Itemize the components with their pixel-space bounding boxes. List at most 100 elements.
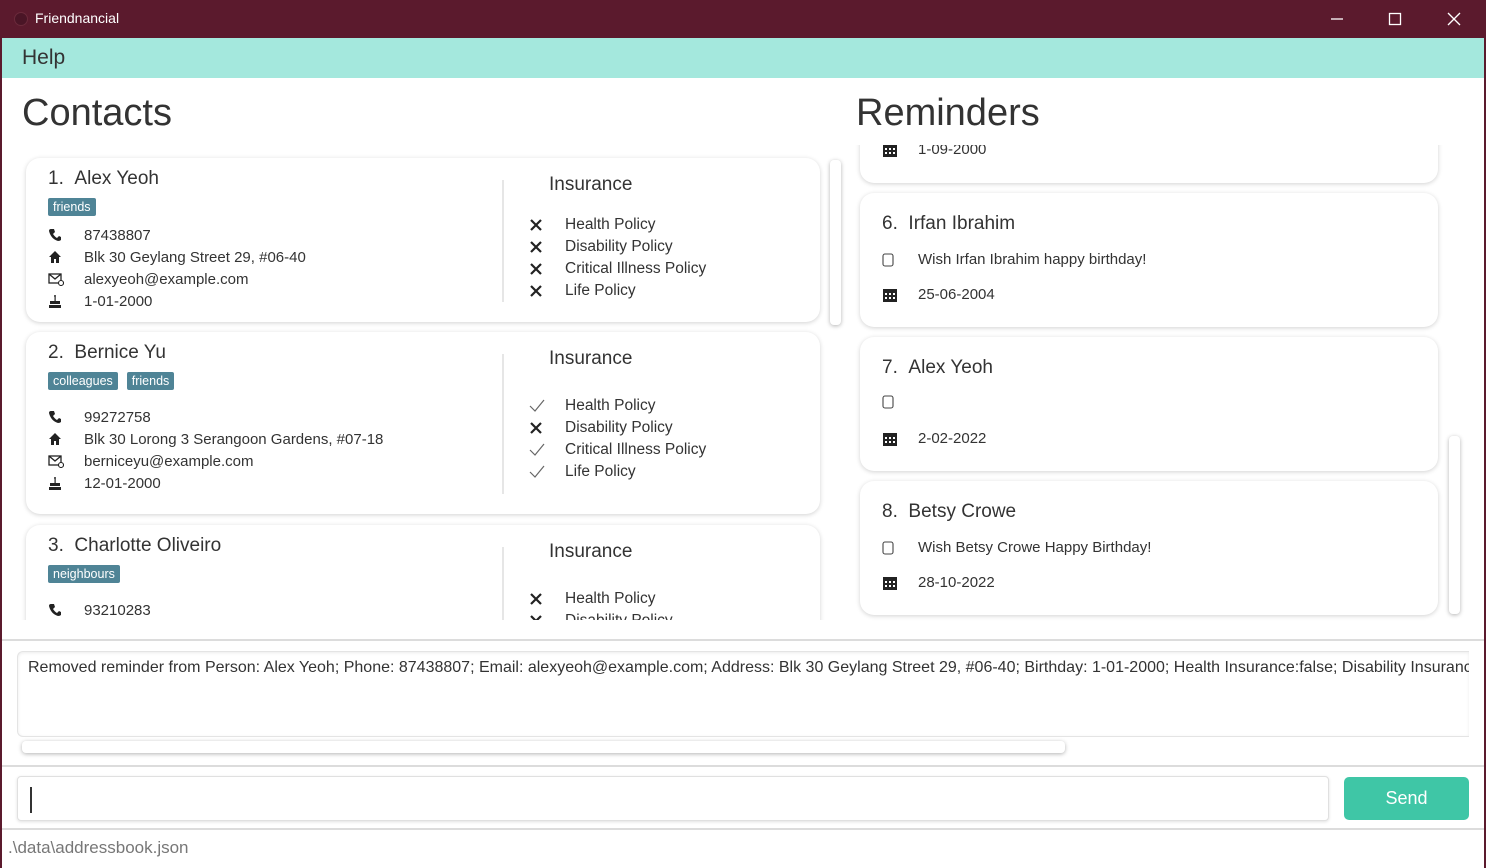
tag: neighbours — [48, 565, 120, 583]
email-icon — [48, 272, 84, 286]
note-icon — [882, 252, 918, 267]
panel-separator — [2, 765, 1484, 767]
calendar-icon — [882, 431, 918, 447]
cake-icon — [48, 476, 84, 490]
check-icon — [529, 399, 565, 413]
reminders-list[interactable]: 1-09-2000 6. Irfan Ibrahim Wish Irfan Ib… — [854, 145, 1448, 621]
text-caret — [30, 787, 32, 813]
panel-separator — [2, 639, 1484, 641]
result-horizontal-scrollbar[interactable] — [22, 741, 1065, 753]
reminder-card[interactable]: 8. Betsy Crowe Wish Betsy Crowe Happy Bi… — [860, 481, 1438, 615]
maximize-icon — [1388, 12, 1402, 26]
insurance-title: Insurance — [549, 348, 633, 369]
reminders-title: Reminders — [856, 92, 1040, 134]
address-field: Blk 30 Geylang Street 29, #06-40 — [48, 246, 306, 268]
cross-icon — [529, 240, 565, 254]
cross-icon — [529, 614, 565, 620]
contacts-title: Contacts — [22, 92, 172, 134]
calendar-icon — [882, 575, 918, 591]
window-frame-left — [0, 38, 2, 868]
policy-life: Life Policy — [529, 461, 636, 483]
cake-icon — [48, 294, 84, 308]
reminder-description — [882, 395, 918, 409]
reminders-scrollbar[interactable] — [1449, 436, 1460, 614]
status-file-path: .\data\addressbook.json — [8, 838, 189, 857]
reminder-description: Wish Betsy Crowe Happy Birthday! — [882, 539, 1151, 556]
close-button[interactable] — [1425, 0, 1483, 38]
note-icon — [882, 540, 918, 555]
result-display[interactable]: Removed reminder from Person: Alex Yeoh;… — [17, 651, 1469, 737]
phone-field: 87438807 — [48, 224, 151, 246]
contact-card[interactable]: 3. Charlotte Oliveiro neighbours 9321028… — [26, 525, 820, 620]
tag: friends — [48, 198, 96, 216]
contacts-scrollbar[interactable] — [830, 160, 841, 325]
birthday-field: 1-01-2000 — [48, 290, 152, 312]
card-divider — [502, 354, 504, 494]
reminder-date-field: 1-09-2000 — [882, 145, 986, 158]
reminder-date-field: 28-10-2022 — [882, 574, 995, 591]
card-divider — [502, 547, 504, 620]
cross-icon — [529, 284, 565, 298]
home-icon — [48, 250, 84, 264]
contact-name: 2. Bernice Yu — [48, 342, 166, 363]
command-input[interactable] — [17, 776, 1329, 821]
window-title: Friendnancial — [35, 10, 120, 26]
reminder-card[interactable]: 7. Alex Yeoh 2-02-2022 — [860, 337, 1438, 471]
policy-life: Life Policy — [529, 280, 636, 302]
cross-icon — [529, 421, 565, 435]
title-bar: Friendnancial — [0, 0, 1486, 38]
reminder-date-field: 25-06-2004 — [882, 286, 995, 303]
minimize-icon — [1331, 18, 1343, 20]
address-field: Blk 30 Lorong 3 Serangoon Gardens, #07-1… — [48, 428, 383, 450]
home-icon — [48, 432, 84, 446]
reminder-card[interactable]: 6. Irfan Ibrahim Wish Irfan Ibrahim happ… — [860, 193, 1438, 327]
reminder-description: Wish Irfan Ibrahim happy birthday! — [882, 251, 1146, 268]
contact-card[interactable]: 1. Alex Yeoh friends 87438807 Blk 30 Gey… — [26, 158, 820, 322]
policy-health: Health Policy — [529, 395, 655, 417]
calendar-icon — [882, 145, 918, 158]
reminder-name: 8. Betsy Crowe — [882, 501, 1017, 522]
policy-disability: Disability Policy — [529, 417, 673, 439]
tag: colleagues — [48, 372, 118, 390]
email-field: berniceyu@example.com — [48, 450, 253, 472]
phone-field: 99272758 — [48, 406, 151, 428]
menu-help[interactable]: Help — [22, 46, 65, 70]
phone-icon — [48, 603, 84, 617]
birthday-field: 12-01-2000 — [48, 472, 161, 494]
email-field: alexyeoh@example.com — [48, 268, 248, 290]
check-icon — [529, 443, 565, 457]
policy-critical-illness: Critical Illness Policy — [529, 439, 706, 461]
cross-icon — [529, 592, 565, 606]
menu-bar: Help — [2, 38, 1484, 78]
tag-list: neighbours — [48, 565, 120, 583]
calendar-icon — [882, 287, 918, 303]
close-icon — [1447, 12, 1461, 26]
phone-icon — [48, 410, 84, 424]
maximize-button[interactable] — [1366, 0, 1424, 38]
policy-disability: Disability Policy — [529, 236, 673, 258]
reminder-date-field: 2-02-2022 — [882, 430, 986, 447]
insurance-title: Insurance — [549, 174, 633, 195]
contacts-list[interactable]: 1. Alex Yeoh friends 87438807 Blk 30 Gey… — [20, 152, 830, 620]
reminder-name: 6. Irfan Ibrahim — [882, 213, 1016, 234]
reminder-card[interactable]: 1-09-2000 — [860, 145, 1438, 183]
contact-card[interactable]: 2. Bernice Yu colleagues friends 9927275… — [26, 332, 820, 514]
note-icon — [882, 395, 918, 409]
minimize-button[interactable] — [1308, 0, 1366, 38]
cross-icon — [529, 262, 565, 276]
card-divider — [502, 180, 504, 302]
cross-icon — [529, 218, 565, 232]
panel-separator — [2, 828, 1484, 830]
contact-name: 1. Alex Yeoh — [48, 168, 159, 189]
policy-health: Health Policy — [529, 588, 655, 610]
insurance-title: Insurance — [549, 541, 633, 562]
policy-critical-illness: Critical Illness Policy — [529, 258, 706, 280]
app-icon — [14, 12, 28, 26]
policy-disability: Disability Policy — [529, 610, 673, 620]
send-button[interactable]: Send — [1344, 777, 1469, 820]
check-icon — [529, 465, 565, 479]
policy-health: Health Policy — [529, 214, 655, 236]
phone-field: 93210283 — [48, 599, 151, 620]
phone-icon — [48, 228, 84, 242]
tag-list: friends — [48, 198, 96, 216]
